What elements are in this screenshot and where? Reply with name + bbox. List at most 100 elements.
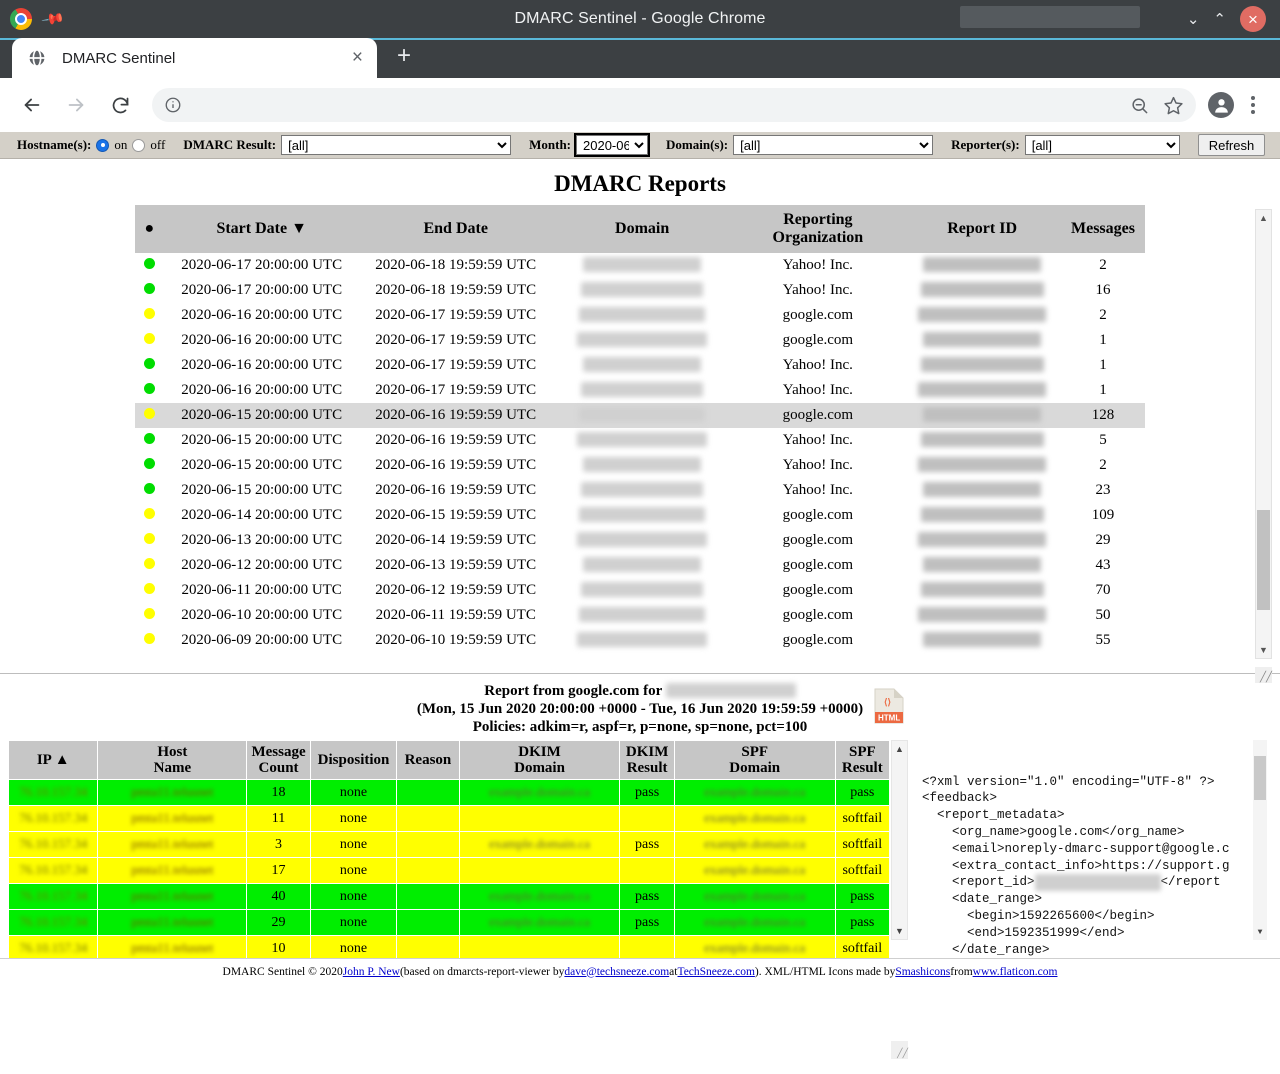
detail-table-row[interactable]: 76.10.157.34pmta11.telusnet40noneexample…: [9, 884, 890, 910]
table-row[interactable]: 2020-06-11 20:00:00 UTC2020-06-12 19:59:…: [135, 578, 1145, 603]
pin-icon[interactable]: 📌: [41, 6, 67, 31]
detail-vertical-scrollbar[interactable]: ▲ ▼: [891, 740, 908, 940]
xml-line-7a: <report_id>: [922, 875, 1035, 889]
xml-source-panel[interactable]: <?xml version="1.0" encoding="UTF-8" ?> …: [922, 740, 1267, 1041]
browser-tab[interactable]: DMARC Sentinel ×: [12, 38, 377, 78]
scroll-up-arrow-icon[interactable]: ▲: [1256, 210, 1271, 226]
report-id-redacted: xxxxxxxxxxxx: [923, 257, 1041, 272]
table-row[interactable]: 2020-06-15 20:00:00 UTC2020-06-16 19:59:…: [135, 453, 1145, 478]
detail-table-row[interactable]: 76.10.157.34pmta11.telusnet3noneexample.…: [9, 832, 890, 858]
minimize-button[interactable]: ⌄: [1187, 12, 1200, 27]
back-button[interactable]: [12, 85, 52, 125]
domains-select[interactable]: [all]: [733, 135, 933, 155]
dmarc-result-select[interactable]: [all]: [281, 135, 511, 155]
table-row[interactable]: 2020-06-12 20:00:00 UTC2020-06-13 19:59:…: [135, 553, 1145, 578]
table-row[interactable]: 2020-06-15 20:00:00 UTC2020-06-16 19:59:…: [135, 478, 1145, 503]
scrollbar-thumb[interactable]: [1257, 510, 1270, 610]
footer-link-smashicons[interactable]: Smashicons: [895, 966, 950, 978]
scroll-down-arrow-icon[interactable]: ▼: [1256, 642, 1271, 658]
domains-label: Domain(s):: [666, 137, 728, 153]
status-dot-yellow-icon: [144, 583, 155, 594]
detail-cell-spf-domain: example.domain.ca: [674, 832, 835, 858]
table-row[interactable]: 2020-06-13 20:00:00 UTC2020-06-14 19:59:…: [135, 528, 1145, 553]
table-row[interactable]: 2020-06-16 20:00:00 UTC2020-06-17 19:59:…: [135, 303, 1145, 328]
close-window-button[interactable]: ×: [1240, 6, 1266, 32]
column-messages[interactable]: Messages: [1061, 205, 1145, 253]
detail-table-row[interactable]: 76.10.157.34pmta11.telusnet29noneexample…: [9, 910, 890, 936]
zoom-out-icon[interactable]: [1122, 88, 1156, 122]
site-info-icon[interactable]: [158, 90, 188, 120]
footer-link-techsneeze[interactable]: TechSneeze.com: [677, 966, 754, 978]
detail-column-dkim-domain[interactable]: DKIMDomain: [459, 741, 620, 780]
row-status-cell: [135, 278, 164, 303]
column-report-id[interactable]: Report ID: [903, 205, 1061, 253]
detail-column-reason[interactable]: Reason: [397, 741, 459, 780]
detail-cell-dkim-result: pass: [620, 780, 674, 806]
table-row[interactable]: 2020-06-10 20:00:00 UTC2020-06-11 19:59:…: [135, 603, 1145, 628]
row-domain: xxxxxxxxxxxx: [552, 253, 733, 278]
reload-button[interactable]: [100, 85, 140, 125]
new-tab-button[interactable]: +: [397, 42, 411, 70]
detail-scroll-up-arrow-icon[interactable]: ▲: [892, 741, 907, 757]
maximize-button[interactable]: ⌃: [1213, 12, 1226, 27]
hostname-off-radio[interactable]: [132, 139, 145, 152]
footer-link-author[interactable]: John P. New: [343, 966, 400, 978]
month-select[interactable]: 2020-06: [576, 135, 648, 155]
detail-resize-grip-icon[interactable]: ╱╱: [891, 1041, 908, 1059]
detail-column-ip[interactable]: IP ▲: [9, 741, 98, 780]
detail-column-dkim-result[interactable]: DKIMResult: [620, 741, 674, 780]
detail-column-spf-domain[interactable]: SPFDomain: [674, 741, 835, 780]
footer-link-email[interactable]: dave@techsneeze.com: [564, 966, 669, 978]
table-row[interactable]: 2020-06-17 20:00:00 UTC2020-06-18 19:59:…: [135, 253, 1145, 278]
detail-column-disposition[interactable]: Disposition: [310, 741, 396, 780]
close-tab-button[interactable]: ×: [352, 47, 363, 69]
detail-column-message-count[interactable]: MessageCount: [247, 741, 311, 780]
row-domain: xxxxxxxxxxxx: [552, 303, 733, 328]
html-file-icon[interactable]: ⟨⟩ HTML: [874, 688, 904, 724]
table-row[interactable]: 2020-06-09 20:00:00 UTC2020-06-10 19:59:…: [135, 628, 1145, 653]
profile-avatar-icon[interactable]: [1208, 92, 1234, 118]
detail-table-row[interactable]: 76.10.157.34pmta11.telusnet17noneexample…: [9, 858, 890, 884]
detail-column-spf-result[interactable]: SPFResult: [835, 741, 889, 780]
footer-link-flaticon[interactable]: www.flaticon.com: [973, 966, 1058, 978]
reporters-select[interactable]: [all]: [1025, 135, 1180, 155]
address-bar[interactable]: [152, 88, 1196, 122]
detail-cell-disposition: none: [310, 832, 396, 858]
xml-scrollbar-thumb[interactable]: [1254, 756, 1266, 800]
row-end-date: 2020-06-18 19:59:59 UTC: [360, 278, 552, 303]
row-start-date: 2020-06-17 20:00:00 UTC: [164, 278, 360, 303]
status-dot-green-icon: [144, 383, 155, 394]
forward-button[interactable]: [56, 85, 96, 125]
titlebar-drag-area[interactable]: [960, 6, 1140, 28]
domain-redacted: xxxxxxxxxxxx: [581, 482, 703, 497]
detail-scroll-down-arrow-icon[interactable]: ▼: [892, 923, 907, 939]
table-row[interactable]: 2020-06-15 20:00:00 UTC2020-06-16 19:59:…: [135, 428, 1145, 453]
row-start-date: 2020-06-15 20:00:00 UTC: [164, 453, 360, 478]
bookmark-star-icon[interactable]: [1156, 88, 1190, 122]
table-row[interactable]: 2020-06-14 20:00:00 UTC2020-06-15 19:59:…: [135, 503, 1145, 528]
row-start-date: 2020-06-15 20:00:00 UTC: [164, 428, 360, 453]
column-status[interactable]: ●: [135, 205, 164, 253]
xml-scroll-down-arrow-icon[interactable]: ▼: [1253, 926, 1267, 940]
table-row[interactable]: 2020-06-17 20:00:00 UTC2020-06-18 19:59:…: [135, 278, 1145, 303]
reports-vertical-scrollbar[interactable]: ▲ ▼: [1255, 209, 1272, 659]
refresh-button[interactable]: Refresh: [1198, 134, 1266, 156]
hostname-on-radio[interactable]: [96, 139, 109, 152]
xml-vertical-scrollbar[interactable]: ▲ ▼: [1253, 740, 1267, 940]
xml-line-2: <feedback>: [922, 791, 997, 805]
column-end-date[interactable]: End Date: [360, 205, 552, 253]
detail-column-host-name[interactable]: HostName: [98, 741, 247, 780]
table-row[interactable]: 2020-06-16 20:00:00 UTC2020-06-17 19:59:…: [135, 378, 1145, 403]
detail-table-row[interactable]: 76.10.157.34pmta11.telusnet18noneexample…: [9, 780, 890, 806]
row-domain: xxxxxxxxxxxx: [552, 328, 733, 353]
detail-table-row[interactable]: 76.10.157.34pmta11.telusnet11noneexample…: [9, 806, 890, 832]
table-row[interactable]: 2020-06-16 20:00:00 UTC2020-06-17 19:59:…: [135, 328, 1145, 353]
report-id-redacted: xxxxxxxxxxxx: [921, 357, 1044, 372]
column-start-date[interactable]: Start Date ▼: [164, 205, 360, 253]
table-row[interactable]: 2020-06-15 20:00:00 UTC2020-06-16 19:59:…: [135, 403, 1145, 428]
row-end-date: 2020-06-16 19:59:59 UTC: [360, 478, 552, 503]
column-domain[interactable]: Domain: [552, 205, 733, 253]
column-reporting-organization[interactable]: Reporting Organization: [732, 205, 903, 253]
chrome-menu-button[interactable]: [1238, 85, 1268, 125]
table-row[interactable]: 2020-06-16 20:00:00 UTC2020-06-17 19:59:…: [135, 353, 1145, 378]
